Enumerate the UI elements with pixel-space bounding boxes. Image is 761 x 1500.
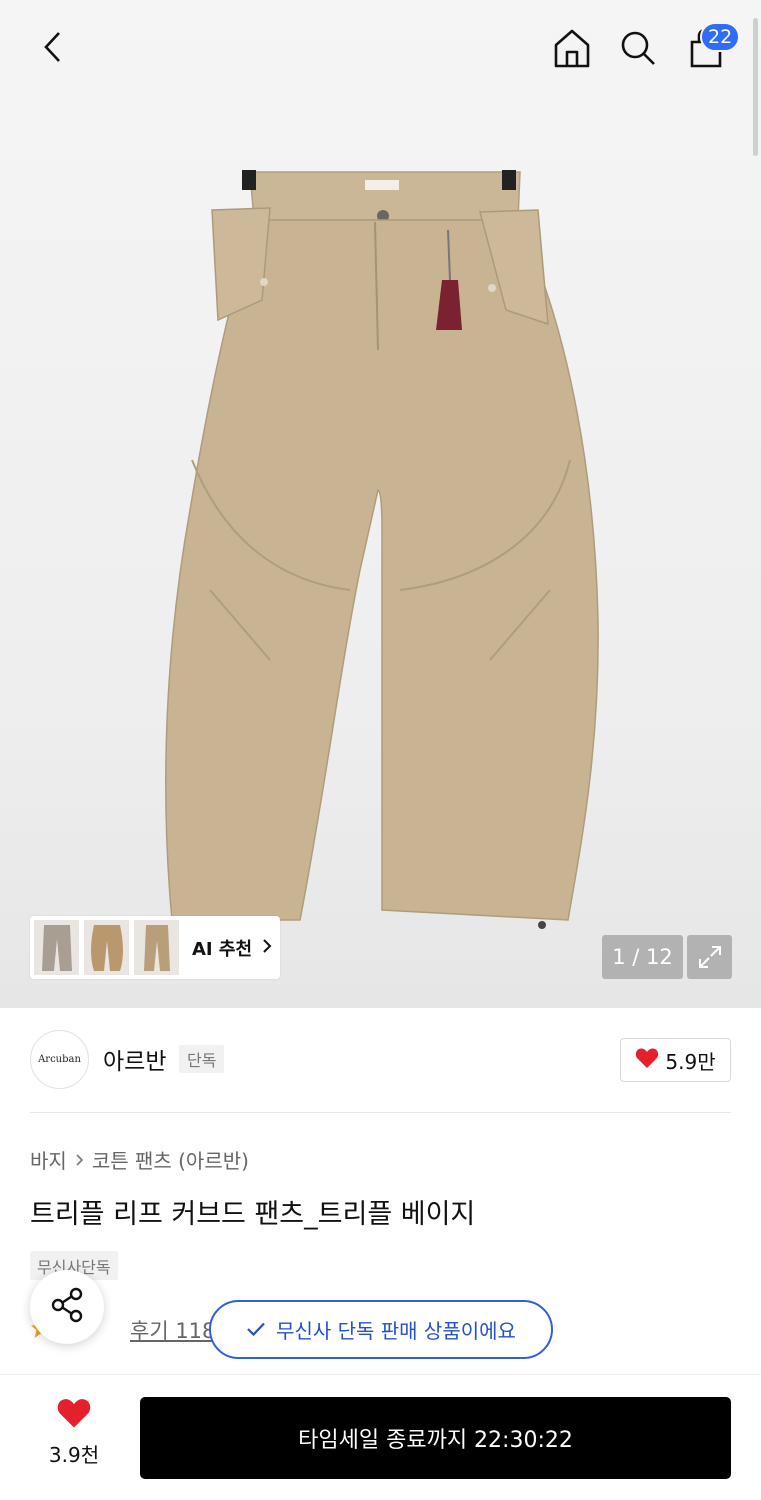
breadcrumb-item-subcategory[interactable]: 코튼 팬츠 (아르반) <box>92 1145 249 1174</box>
breadcrumb: 바지 코튼 팬츠 (아르반) <box>30 1145 249 1174</box>
bottom-action-bar: 3.9천 타임세일 종료까지 22:30:22 <box>0 1374 761 1500</box>
brand-like-count: 5.9만 <box>665 1049 716 1074</box>
share-button[interactable] <box>30 1270 104 1344</box>
divider <box>30 1112 731 1113</box>
brand-name[interactable]: 아르반 <box>103 1042 166 1076</box>
product-title: 트리플 리프 커브드 팬츠_트리플 베이지 <box>30 1199 476 1230</box>
home-icon[interactable] <box>548 24 596 72</box>
search-icon[interactable] <box>614 24 662 72</box>
ai-thumbnail-1[interactable] <box>34 920 79 975</box>
brand-logo[interactable]: Arcuban <box>30 1030 89 1089</box>
breadcrumb-item-category[interactable]: 바지 <box>30 1145 67 1174</box>
heart-icon <box>635 1047 659 1074</box>
ai-thumbnail-3[interactable] <box>134 920 179 975</box>
exclusive-toast: 무신사 단독 판매 상품이에요 <box>209 1300 553 1359</box>
back-icon[interactable] <box>30 24 76 70</box>
brand-like-button[interactable]: 5.9만 <box>620 1038 731 1082</box>
like-count: 3.9천 <box>48 1443 100 1467</box>
exclusive-badge: 단독 <box>179 1045 225 1073</box>
chevron-right-icon <box>262 938 272 958</box>
expand-icon[interactable] <box>687 935 732 979</box>
brand-row[interactable]: Arcuban 아르반 단독 5.9만 <box>30 1030 731 1090</box>
cart-count-badge: 22 <box>700 22 741 52</box>
product-image[interactable] <box>150 150 610 940</box>
like-button[interactable]: 3.9천 <box>30 1397 118 1477</box>
chevron-right-icon <box>75 1153 84 1167</box>
ai-recommend-button[interactable]: AI 추천 <box>30 916 280 979</box>
heart-icon <box>56 1397 92 1433</box>
page-indicator: 1 / 12 <box>602 935 683 979</box>
share-icon <box>50 1287 84 1327</box>
time-sale-buy-button[interactable]: 타임세일 종료까지 22:30:22 <box>140 1397 731 1479</box>
top-navigation: 22 <box>0 0 761 96</box>
ai-recommend-label: AI 추천 <box>192 938 253 960</box>
ai-thumbnail-2[interactable] <box>84 920 129 975</box>
check-icon <box>246 1318 266 1342</box>
product-gallery[interactable]: AI 추천 1 / 12 <box>0 0 761 1008</box>
toast-message: 무신사 단독 판매 상품이에요 <box>276 1319 516 1343</box>
